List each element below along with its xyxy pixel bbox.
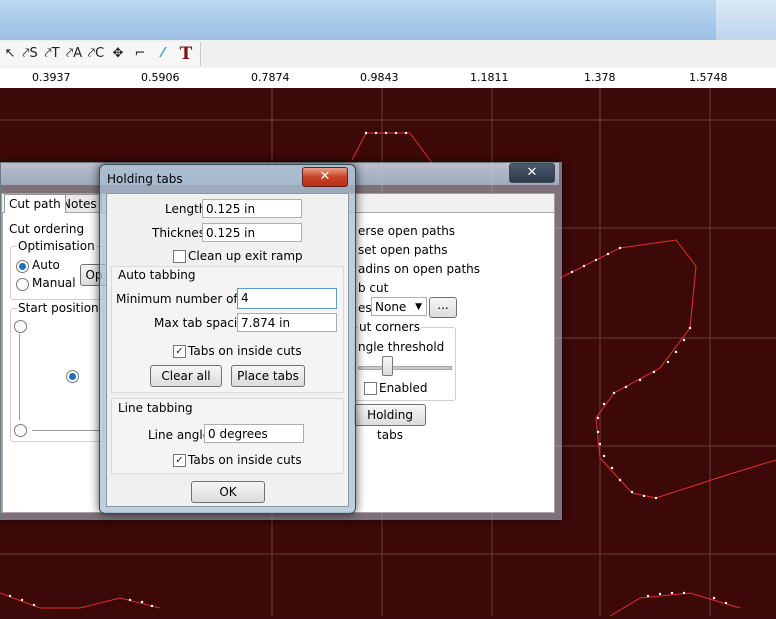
holding-tabs-button[interactable]: Holding tabs (354, 404, 426, 442)
ruler-tick: 0.9843 (360, 71, 399, 84)
text-tool-icon[interactable]: T (176, 44, 196, 64)
start-top-left-radio[interactable] (14, 320, 27, 333)
clean-up-exit-ramp-label: Clean up exit ramp (188, 249, 303, 263)
length-field[interactable]: 0.125 in (202, 199, 302, 218)
start-horizontal-line (32, 430, 100, 431)
tabs-type-value: None (375, 300, 407, 314)
holding-tabs-dialog: Holding tabs ✕ Length 0.125 in Thickness… (99, 164, 356, 514)
ruler-tick: 1.378 (584, 71, 616, 84)
wand-icon[interactable]: ⁄ (153, 44, 173, 64)
crop-icon[interactable]: ⌐ (130, 44, 150, 64)
tab-cut-path[interactable]: Cut path (4, 194, 66, 213)
toolbar: ↖ ⤤S ⤤T ⤤A ⤤C ✥ ⌐ ⁄ T (0, 40, 776, 69)
node-text-icon[interactable]: ⤤T (42, 44, 62, 64)
enabled-checkbox[interactable] (364, 382, 377, 395)
ruler-tick: 0.5906 (141, 71, 180, 84)
set-open-paths-label: set open paths (358, 243, 448, 257)
tabs-options-button[interactable]: ... (429, 297, 457, 318)
line-angle-label: Line angle (148, 428, 211, 442)
dialog-title: Holding tabs (107, 172, 183, 186)
min-tabs-field[interactable]: 4 (237, 288, 337, 309)
ruler-tick: 1.1811 (470, 71, 509, 84)
window-title-strip (0, 0, 776, 40)
angle-slider-handle[interactable] (382, 356, 393, 376)
tabs-inside-auto-label: Tabs on inside cuts (188, 344, 302, 358)
thickness-field[interactable]: 0.125 in (202, 223, 302, 242)
clear-all-button[interactable]: Clear all (150, 365, 222, 387)
ruler-tick: 1.5748 (689, 71, 728, 84)
select-shape-icon[interactable]: ⤤S (20, 44, 40, 64)
start-vertical-line (19, 334, 20, 420)
angle-threshold-label: ngle threshold (358, 340, 445, 354)
line-angle-field[interactable]: 0 degrees (204, 424, 304, 443)
optimisation-label: Optimisation (17, 239, 96, 253)
reverse-open-paths-label: erse open paths (358, 224, 456, 238)
ok-button[interactable]: OK (191, 481, 265, 503)
start-bottom-left-radio[interactable] (14, 424, 27, 437)
angle-slider-track[interactable] (358, 366, 452, 370)
start-center-radio[interactable] (66, 370, 79, 383)
manual-label: Manual (32, 276, 76, 290)
tabs-type-label: es (358, 301, 372, 315)
close-icon[interactable]: ✕ (302, 167, 348, 187)
leadins-open-paths-label: adins on open paths (358, 262, 481, 276)
tabs-inside-auto-checkbox[interactable]: ✓ (173, 345, 186, 358)
node-arrow-icon[interactable]: ⤤A (64, 44, 84, 64)
clean-up-exit-ramp-checkbox[interactable] (173, 250, 186, 263)
move-icon[interactable]: ✥ (108, 44, 128, 64)
length-label: Length (165, 202, 207, 216)
auto-label: Auto (32, 258, 60, 272)
horizontal-ruler: 0.3937 0.5906 0.7874 0.9843 1.1811 1.378… (0, 68, 776, 89)
chevron-down-icon: ▼ (415, 302, 422, 312)
auto-radio[interactable] (16, 260, 29, 273)
manual-radio[interactable] (16, 278, 29, 291)
start-position-label: Start position (17, 301, 100, 315)
close-icon[interactable]: ✕ (509, 163, 555, 183)
enabled-label: Enabled (379, 381, 428, 395)
line-tabbing-label: Line tabbing (118, 401, 193, 415)
cut-ordering-label: Cut ordering (9, 222, 85, 236)
auto-tabbing-label: Auto tabbing (118, 268, 196, 282)
toolbar-group: ↖ ⤤S ⤤T ⤤A ⤤C ✥ ⌐ ⁄ T (0, 42, 201, 66)
title-strip-edge (716, 0, 776, 40)
ruler-tick: 0.3937 (32, 71, 71, 84)
dialog-body: Length 0.125 in Thickness 0.125 in Clean… (106, 193, 349, 507)
place-tabs-button[interactable]: Place tabs (231, 365, 305, 387)
tabs-inside-line-checkbox[interactable]: ✓ (173, 454, 186, 467)
tab-cut-label: b cut (358, 281, 389, 295)
select-arrow-icon[interactable]: ↖ (0, 44, 20, 64)
max-spacing-field[interactable]: 7.874 in (237, 313, 337, 332)
tabs-type-select[interactable]: None ▼ (371, 297, 427, 316)
cut-corners-label: ut corners (358, 320, 421, 334)
tabs-inside-line-label: Tabs on inside cuts (188, 453, 302, 467)
node-edit-icon[interactable]: ⤤C (86, 44, 106, 64)
ruler-tick: 0.7874 (251, 71, 290, 84)
